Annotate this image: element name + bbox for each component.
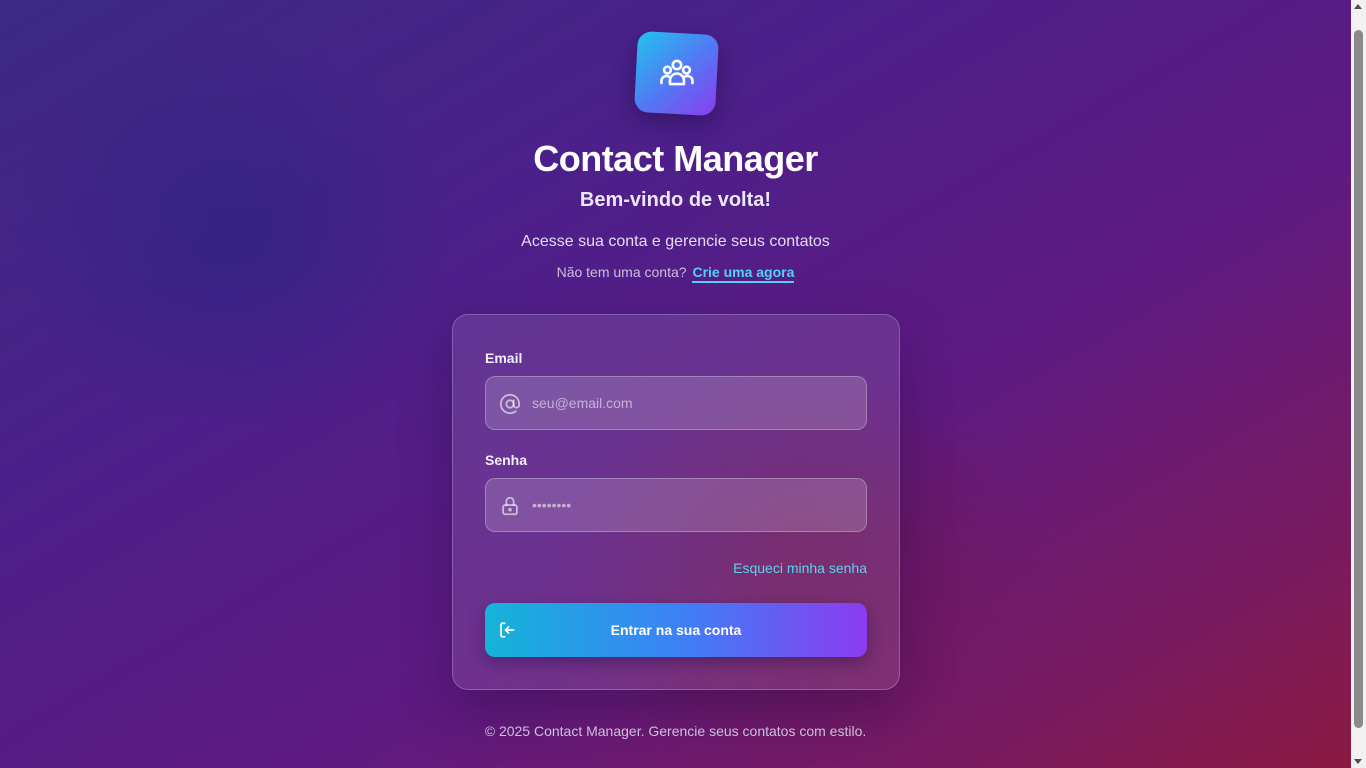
email-field[interactable]	[532, 377, 852, 429]
login-card: Email Senha Esqueci minha senha	[452, 314, 900, 690]
email-label: Email	[485, 350, 523, 366]
signup-prompt: Não tem uma conta?	[556, 264, 687, 280]
tagline: Acesse sua conta e gerencie seus contato…	[521, 233, 830, 250]
scrollbar-thumb[interactable]	[1354, 30, 1363, 728]
scroll-down-arrow-icon[interactable]	[1354, 759, 1362, 764]
login-button[interactable]: Entrar na sua conta	[485, 603, 867, 657]
login-page: Contact Manager Bem-vindo de volta! Aces…	[0, 0, 1351, 768]
app-title: Contact Manager	[533, 138, 818, 179]
signup-row: Não tem uma conta? Crie uma agora	[0, 264, 1351, 283]
login-icon	[500, 622, 515, 638]
forgot-password-link[interactable]: Esqueci minha senha	[733, 560, 867, 576]
welcome-subtitle: Bem-vindo de volta!	[579, 189, 772, 211]
signup-link[interactable]: Crie uma agora	[692, 264, 795, 283]
users-group-icon	[659, 59, 694, 85]
password-field-wrapper	[485, 478, 867, 532]
at-sign-icon	[499, 393, 521, 414]
lock-icon	[502, 496, 518, 516]
page-scrollbar[interactable]	[1351, 0, 1366, 768]
login-button-label: Entrar na sua conta	[610, 622, 742, 638]
password-field[interactable]	[532, 479, 852, 531]
footer-copyright: © 2025 Contact Manager. Gerencie seus co…	[484, 723, 867, 739]
password-label: Senha	[485, 452, 528, 468]
email-field-wrapper	[485, 376, 867, 430]
app-logo	[633, 30, 720, 117]
scroll-up-arrow-icon[interactable]	[1354, 4, 1362, 9]
